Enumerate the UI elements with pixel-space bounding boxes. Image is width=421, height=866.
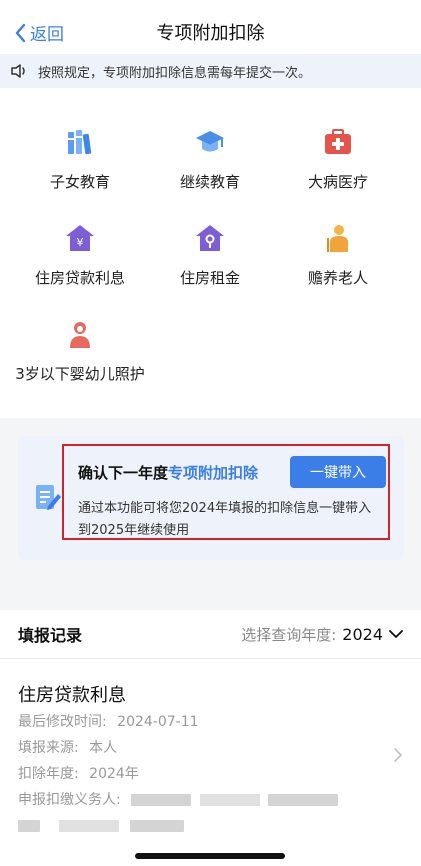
record-year-label: 扣除年度: xyxy=(18,766,79,782)
redacted-text xyxy=(59,819,120,832)
category-label: 大病医疗 xyxy=(307,173,368,191)
record-modified-value: 2024-07-11 xyxy=(117,714,199,730)
redacted-text xyxy=(268,794,339,806)
redacted-text xyxy=(199,794,260,806)
record-source-row: 填报来源: 本人 xyxy=(18,737,117,757)
category-housing-rent[interactable]: 住房租金 xyxy=(140,222,280,290)
speaker-icon xyxy=(11,64,25,78)
category-label: 子女教育 xyxy=(49,173,110,191)
elderly-icon xyxy=(327,225,348,252)
record-item[interactable]: 住房贷款利息 最后修改时间: 2024-07-11 填报来源: 本人 扣除年度:… xyxy=(0,659,421,866)
year-select-label: 选择查询年度: xyxy=(241,625,337,644)
category-elderly-support[interactable]: 赡养老人 xyxy=(268,222,408,290)
record-source-label: 填报来源: xyxy=(18,740,79,756)
one-click-import-button[interactable]: 一键带入 xyxy=(290,456,386,488)
carryover-card: 确认下一年度专项附加扣除 一键带入 通过本功能可将您2024年填报的扣除信息一键… xyxy=(18,436,404,560)
category-continuing-education[interactable]: 继续教育 xyxy=(140,126,280,194)
records-header: 填报记录 选择查询年度: 2024 xyxy=(0,610,421,658)
redacted-text xyxy=(130,819,185,832)
record-modified-label: 最后修改时间: xyxy=(18,714,107,730)
record-source-value: 本人 xyxy=(89,740,118,756)
notice-text: 按照规定，专项附加扣除信息需每年提交一次。 xyxy=(38,65,312,81)
house-rent-icon xyxy=(196,225,224,251)
record-agent-continued xyxy=(18,815,185,834)
svg-text:¥: ¥ xyxy=(77,236,84,249)
page-title: 专项附加扣除 xyxy=(156,23,265,44)
record-year-value: 2024年 xyxy=(89,766,139,782)
back-label: 返回 xyxy=(30,25,64,45)
house-loan-icon: ¥ xyxy=(66,225,94,251)
carryover-description: 通过本功能可将您2024年填报的扣除信息一键带入到2025年继续使用 xyxy=(78,501,372,538)
graduation-cap-icon xyxy=(196,131,224,152)
chevron-down-icon xyxy=(389,630,403,638)
record-modified-row: 最后修改时间: 2024-07-11 xyxy=(18,711,199,731)
category-label: 3岁以下婴幼儿照护 xyxy=(15,365,145,383)
record-agent-row: 申报扣缴义务人: xyxy=(18,789,339,809)
carryover-title-highlight: 专项附加扣除 xyxy=(168,464,259,482)
deduction-categories: 子女教育 继续教育 大病医疗 ¥ 住房贷款利息 住房租金 赡养老人 3岁以下婴幼… xyxy=(0,88,421,418)
home-indicator xyxy=(135,853,285,859)
category-children-education[interactable]: 子女教育 xyxy=(10,126,150,194)
category-serious-illness[interactable]: 大病医疗 xyxy=(268,126,408,194)
chevron-right-icon xyxy=(394,748,402,762)
carryover-highlight-box: 确认下一年度专项附加扣除 一键带入 通过本功能可将您2024年填报的扣除信息一键… xyxy=(62,444,390,540)
back-button[interactable]: 返回 xyxy=(14,20,64,45)
chevron-left-icon xyxy=(15,23,26,42)
category-label: 赡养老人 xyxy=(307,269,368,287)
carryover-title: 确认下一年度专项附加扣除 xyxy=(78,462,258,483)
year-selector[interactable]: 选择查询年度: 2024 xyxy=(241,624,403,645)
books-icon xyxy=(68,130,92,155)
category-label: 住房贷款利息 xyxy=(34,269,125,287)
notice-bar: 按照规定，专项附加扣除信息需每年提交一次。 xyxy=(0,54,421,88)
year-select-value: 2024 xyxy=(342,624,383,644)
record-year-row: 扣除年度: 2024年 xyxy=(18,763,139,783)
records-heading: 填报记录 xyxy=(18,626,83,645)
record-title: 住房贷款利息 xyxy=(18,685,126,706)
infant-care-icon xyxy=(70,322,90,348)
carryover-title-plain: 确认下一年度 xyxy=(78,464,169,482)
document-edit-icon xyxy=(36,485,61,510)
record-agent-label: 申报扣缴义务人: xyxy=(18,792,121,808)
category-label: 住房租金 xyxy=(179,269,240,287)
category-housing-loan-interest[interactable]: ¥ 住房贷款利息 xyxy=(10,222,150,290)
category-label: 继续教育 xyxy=(179,173,240,191)
redacted-text xyxy=(18,819,40,832)
category-infant-care[interactable]: 3岁以下婴幼儿照护 xyxy=(10,318,150,386)
redacted-text xyxy=(131,794,192,806)
medical-kit-icon xyxy=(325,129,351,154)
